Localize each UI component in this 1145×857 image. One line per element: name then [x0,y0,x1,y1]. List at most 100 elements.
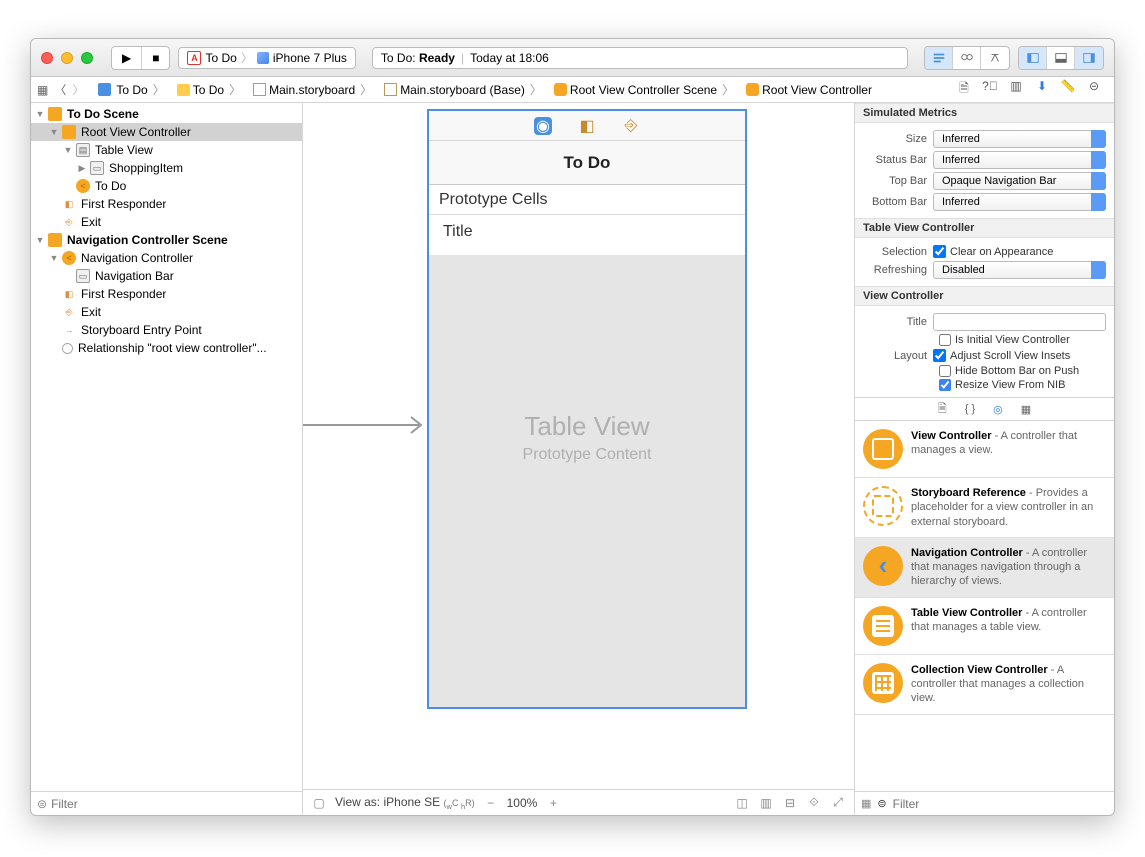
first-responder-1[interactable]: ◧First Responder [31,195,302,213]
zoom-out-button[interactable]: − [483,796,499,810]
jump-bar-left: ▦ 〈 〉 [37,81,84,98]
topbar-label: Top Bar [863,175,933,187]
scheme-selector[interactable]: A To Do 〉 iPhone 7 Plus [178,47,355,69]
minimize-button[interactable] [61,52,73,64]
nav-icon: < [62,251,76,265]
arrow-icon: → [62,323,76,337]
first-responder-2[interactable]: ◧First Responder [31,285,302,303]
identity-inspector-tab[interactable]: ▥ [1008,79,1024,100]
version-editor-button[interactable] [981,47,1009,69]
traffic-lights [41,52,93,64]
zoom-button[interactable] [81,52,93,64]
zoom-in-button[interactable]: + [545,796,561,810]
vc-icon [62,125,76,139]
code-snippet-tab[interactable]: { } [965,403,975,415]
object-library-tab[interactable]: ◎ [993,403,1003,416]
crumb-storyboard[interactable]: Main.storyboard〉 [249,79,376,100]
device-config-icon[interactable]: ▢ [311,796,327,810]
size-select[interactable]: Inferred [933,130,1106,148]
quickhelp-tab[interactable]: ?⃝ [982,79,998,100]
storyboard-base-icon [384,83,397,96]
media-library-tab[interactable]: ▦ [1021,403,1031,416]
cube-icon: ◧ [62,197,76,211]
toggle-debug-button[interactable] [1047,47,1075,69]
toggle-navigator-button[interactable] [1019,47,1047,69]
assistant-editor-button[interactable] [953,47,981,69]
lib-table-view-controller[interactable]: Table View Controller - A controller tha… [855,598,1114,655]
storyboard-canvas[interactable]: ◉ ◧ ⎆ To Do Prototype Cells Title Table … [303,103,854,789]
lib-view-controller[interactable]: View Controller - A controller that mana… [855,421,1114,478]
vc-dock-icon[interactable]: ◉ [534,117,552,135]
lib-collection-view-controller[interactable]: Collection View Controller - A controlle… [855,655,1114,715]
exit-1[interactable]: ⎆Exit [31,213,302,231]
refreshing-select[interactable]: Disabled [933,261,1106,279]
exit-dock-icon[interactable]: ⎆ [622,117,640,135]
navigation-controller[interactable]: ▼<Navigation Controller [31,249,302,267]
navigation-bar[interactable]: ▭Navigation Bar [31,267,302,285]
title-input[interactable] [933,313,1106,331]
cube-icon: ◧ [62,287,76,301]
outline-filter-input[interactable] [51,797,296,811]
clear-on-appearance-checkbox[interactable] [933,245,946,258]
align-button[interactable]: ▥ [758,796,774,810]
scene-1[interactable]: ▼To Do Scene [31,105,302,123]
file-inspector-tab[interactable]: 🗎 [956,79,972,100]
pin-button[interactable]: ⊟ [782,796,798,810]
adjust-insets-checkbox[interactable] [933,349,946,362]
close-button[interactable] [41,52,53,64]
toolbar-right [924,46,1104,70]
initial-vc-checkbox[interactable] [939,334,951,346]
table-view[interactable]: ▼▤Table View [31,141,302,159]
toggle-utilities-button[interactable] [1075,47,1103,69]
related-items-icon[interactable]: ▦ [37,83,48,97]
cell-title[interactable]: Title [429,215,745,255]
tvc-lib-icon [863,606,903,646]
entry-point[interactable]: →Storyboard Entry Point [31,321,302,339]
statusbar-select[interactable]: Inferred [933,151,1106,169]
topbar-select[interactable]: Opaque Navigation Bar [933,172,1106,190]
file-template-tab[interactable]: 🗎 [938,400,947,419]
filter-icon[interactable]: ⊜ [37,797,47,811]
object-library: View Controller - A controller that mana… [855,421,1114,791]
scene-2[interactable]: ▼Navigation Controller Scene [31,231,302,249]
back-button[interactable]: 〈 [54,81,66,98]
embed-in-button[interactable]: ◫ [734,796,750,810]
crumb-group[interactable]: To Do〉 [173,79,245,100]
crumb-controller[interactable]: Root View Controller [742,81,876,99]
view-as-label[interactable]: View as: iPhone SE (wC hR) [335,795,475,811]
device-nav-title: To Do [429,141,745,185]
cell-shoppingitem[interactable]: ▶▭ShoppingItem [31,159,302,177]
view-mode-icon[interactable]: ▦ [861,797,871,810]
statusbar-label: Status Bar [863,154,933,166]
attributes-inspector-tab[interactable]: ⬇ [1034,79,1050,100]
resize-button[interactable]: ⤢ [830,795,846,810]
resize-nib-checkbox[interactable] [939,379,951,391]
connections-inspector-tab[interactable]: ⊝ [1086,79,1102,100]
size-inspector-tab[interactable]: 📏 [1060,79,1076,100]
folder-icon [177,84,190,96]
filter-icon[interactable]: ⊜ [877,797,886,810]
lib-navigation-controller[interactable]: Navigation Controller - A controller tha… [855,538,1114,598]
root-view-controller[interactable]: ▼Root View Controller [31,123,302,141]
library-footer: ▦ ⊜ [855,791,1114,815]
placeholder: Table View Prototype Content [429,411,745,464]
crumb-base[interactable]: Main.storyboard (Base)〉 [380,79,546,100]
nav-item[interactable]: <To Do [31,177,302,195]
scheme-app: To Do [205,51,236,65]
relationship[interactable]: Relationship "root view controller"... [31,339,302,357]
hide-bottombar-checkbox[interactable] [939,365,951,377]
lib-storyboard-ref[interactable]: Storyboard Reference - Provides a placeh… [855,478,1114,538]
library-filter-input[interactable] [893,797,1108,811]
crumb-scene[interactable]: Root View Controller Scene〉 [550,79,738,100]
responder-dock-icon[interactable]: ◧ [578,117,596,135]
run-button[interactable]: ▶ [112,47,142,69]
exit-2[interactable]: ⎆Exit [31,303,302,321]
bottombar-select[interactable]: Inferred [933,193,1106,211]
device-icon [257,52,269,64]
standard-editor-button[interactable] [925,47,953,69]
forward-button[interactable]: 〉 [72,81,84,98]
device-frame[interactable]: ◉ ◧ ⎆ To Do Prototype Cells Title Table … [427,109,747,709]
crumb-project[interactable]: To Do〉 [94,79,168,100]
resolve-button[interactable]: ⟐ [806,795,822,810]
stop-button[interactable]: ■ [142,47,169,69]
